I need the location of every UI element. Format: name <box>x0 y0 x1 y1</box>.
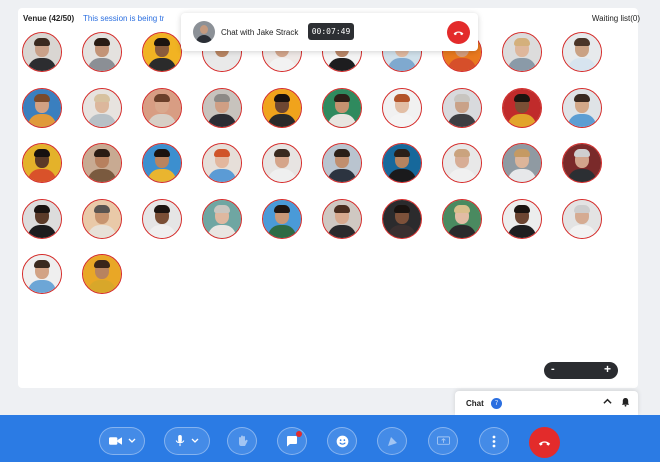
hangup-icon <box>538 441 551 446</box>
participant-avatar[interactable] <box>22 198 62 239</box>
chat-toggle-button[interactable] <box>277 427 307 455</box>
zoom-in-button[interactable]: + <box>604 362 611 376</box>
participant-avatar[interactable] <box>142 143 182 183</box>
participant-avatar[interactable] <box>142 198 182 239</box>
participant-avatar[interactable] <box>502 198 542 239</box>
chevron-up-icon[interactable] <box>603 397 612 409</box>
draw-button[interactable] <box>377 427 407 455</box>
chat-icon <box>287 436 297 447</box>
chat-notification-dot <box>296 431 302 437</box>
chat-panel-tab[interactable]: Chat 7 <box>455 391 638 415</box>
microphone-toggle-button[interactable] <box>164 427 210 455</box>
participant-avatar[interactable] <box>22 87 62 128</box>
participant-avatar[interactable] <box>262 198 302 239</box>
participant-avatar[interactable] <box>502 32 542 72</box>
participant-avatar[interactable] <box>382 143 422 183</box>
more-options-button[interactable] <box>479 427 509 455</box>
participant-avatar[interactable] <box>22 143 62 183</box>
participant-avatar[interactable] <box>202 143 242 183</box>
active-chat-banner: Chat with Jake Strack 00:07:49 <box>181 13 478 51</box>
recording-notice: This session is being tr <box>83 14 165 23</box>
zoom-control: - + <box>544 362 618 379</box>
end-chat-button[interactable] <box>447 21 470 44</box>
participant-avatar[interactable] <box>262 143 302 183</box>
video-icon <box>108 437 122 445</box>
participant-avatar[interactable] <box>562 198 602 239</box>
chevron-down-icon <box>128 438 135 443</box>
participant-avatar[interactable] <box>142 87 182 128</box>
participant-avatar[interactable] <box>322 198 362 239</box>
chevron-down-icon <box>191 438 199 443</box>
call-toolbar <box>0 415 660 462</box>
emoji-icon <box>336 435 348 447</box>
share-screen-button[interactable] <box>428 427 458 455</box>
participant-avatar[interactable] <box>322 143 362 183</box>
zoom-out-button[interactable]: - <box>551 363 555 375</box>
participant-avatar[interactable] <box>262 87 302 128</box>
reactions-button[interactable] <box>327 427 357 455</box>
chat-timer: 00:07:49 <box>308 23 354 40</box>
participant-avatar[interactable] <box>442 198 482 239</box>
chat-tab-label: Chat <box>466 399 484 408</box>
participant-avatar[interactable] <box>82 143 122 183</box>
raise-hand-button[interactable] <box>227 427 257 455</box>
participant-avatar[interactable] <box>322 87 362 128</box>
chat-partner-name: Chat with Jake Strack <box>221 28 299 37</box>
participant-avatar[interactable] <box>382 87 422 128</box>
screen-share-icon <box>436 435 450 445</box>
participant-avatar[interactable] <box>562 143 602 183</box>
waiting-list-link[interactable]: Waiting list(0) <box>592 14 640 23</box>
participant-avatar[interactable] <box>562 87 602 128</box>
chat-unread-badge: 7 <box>491 398 502 409</box>
participant-avatar[interactable] <box>142 32 182 72</box>
participant-avatar[interactable] <box>202 87 242 128</box>
chat-partner-avatar <box>193 21 215 43</box>
participant-avatar[interactable] <box>442 87 482 128</box>
hangup-icon <box>453 31 464 36</box>
hand-icon <box>238 435 248 446</box>
participant-avatar[interactable] <box>502 143 542 183</box>
bell-icon[interactable] <box>621 397 630 409</box>
camera-toggle-button[interactable] <box>99 427 145 455</box>
participant-avatar[interactable] <box>82 198 122 239</box>
participant-avatar[interactable] <box>82 32 122 72</box>
mic-icon <box>175 435 185 447</box>
participant-avatar[interactable] <box>442 143 482 183</box>
participant-grid <box>22 32 602 294</box>
participant-avatar[interactable] <box>82 87 122 128</box>
pen-icon <box>388 437 397 446</box>
participant-avatar[interactable] <box>22 254 62 294</box>
participant-avatar[interactable] <box>502 87 542 128</box>
venue-count-label: Venue (42/50) <box>23 14 75 23</box>
participant-avatar[interactable] <box>22 32 62 72</box>
participant-avatar[interactable] <box>382 198 422 239</box>
more-icon <box>492 435 496 447</box>
participant-avatar[interactable] <box>562 32 602 72</box>
participant-avatar[interactable] <box>202 198 242 239</box>
leave-call-button[interactable] <box>529 427 560 458</box>
participant-avatar[interactable] <box>82 254 122 294</box>
